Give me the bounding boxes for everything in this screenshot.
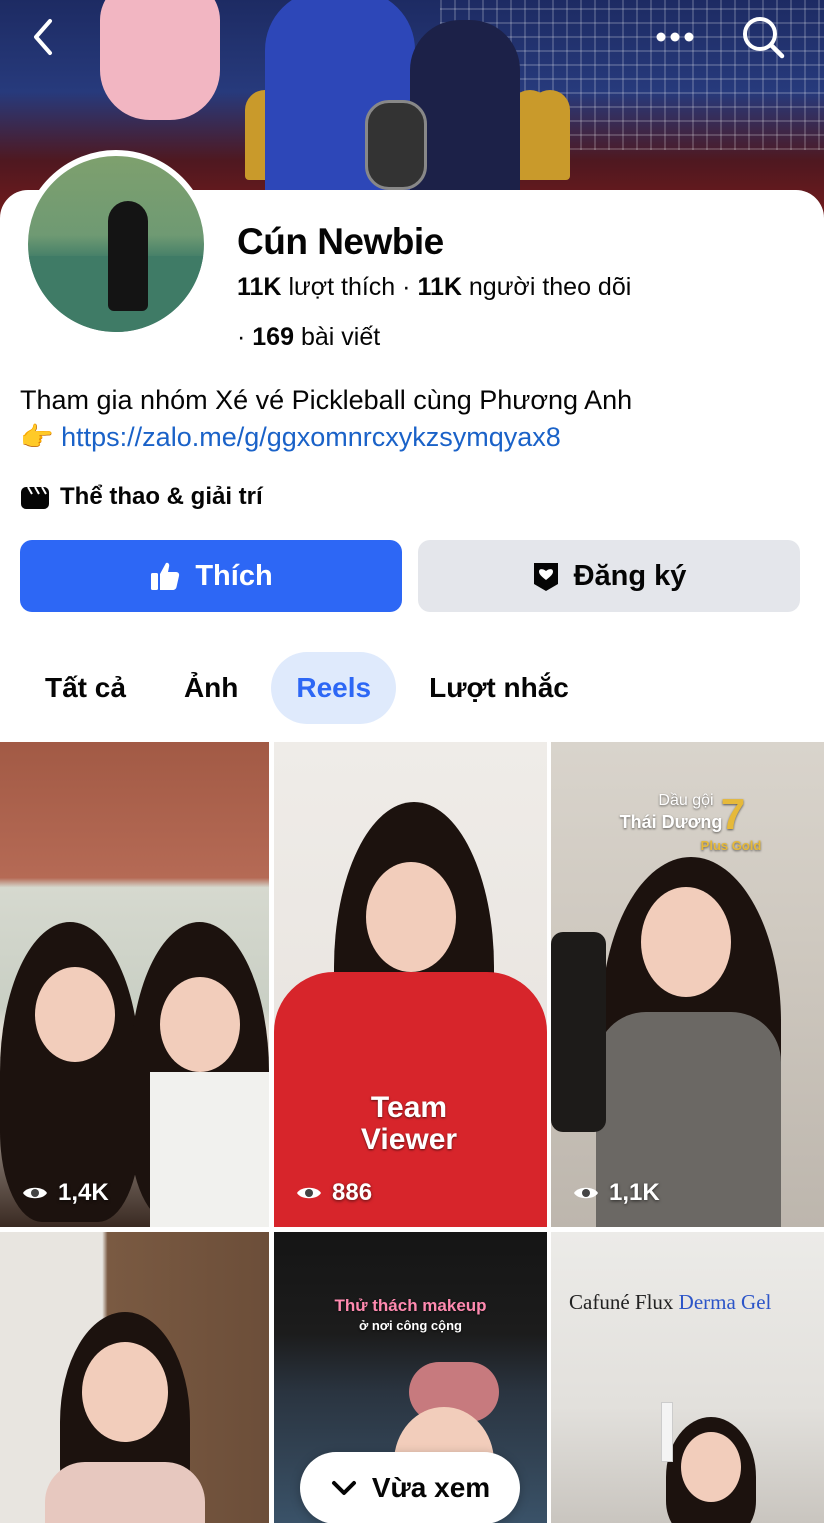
search-icon [743,17,785,59]
profile-posts: · 169 bài viết [237,323,380,352]
subscribe-label: Đăng ký [573,559,687,592]
tab-reels[interactable]: Reels [271,652,397,724]
chevron-left-icon [34,19,52,55]
reel-tile[interactable] [0,1232,269,1523]
profile-bio: Tham gia nhóm Xé vé Pickleball cùng Phươ… [20,382,810,456]
view-count: 886 [296,1179,372,1207]
view-count: 1,4K [22,1179,109,1207]
subscribe-badge-icon [533,563,558,591]
reel-overlay-sub: Plus Gold [700,838,762,853]
page-title: Cún Newbie [237,221,444,262]
eye-icon [297,1187,321,1199]
reel-overlay-title: Thử thách makeup [334,1296,487,1315]
back-button[interactable] [20,14,66,60]
cover-mascot [100,0,220,120]
bio-link[interactable]: https://zalo.me/g/ggxomnrcxykzsymqyax8 [61,422,561,452]
reel-tile[interactable]: Cafuné Flux Derma Gel [551,1232,824,1523]
cover-person [410,20,520,210]
reel-overlay-title: Cafuné Flux Derma Gel [569,1290,819,1315]
product-tube [661,1402,673,1462]
product-bottle [551,932,606,1132]
more-button[interactable] [652,14,698,60]
like-button[interactable]: Thích [20,540,402,612]
likes-count: 11K [237,273,282,301]
pointing-hand-icon: 👉 [20,422,54,452]
profile-stats: 11K lượt thích · 11K người theo dõi [237,273,631,302]
chevron-down-icon [331,1481,356,1495]
avatar[interactable] [22,150,210,338]
eye-icon [23,1187,47,1199]
category-row: Thể thao & giải trí [20,483,263,511]
reel-tile[interactable]: Dầu gội Thái Dương 7 Plus Gold 1,1K [551,742,824,1227]
likes-label: lượt thích [288,273,396,301]
clapperboard-icon [21,486,49,509]
stats-separator: · [402,273,411,301]
reel-overlay-sub: ở nơi công cộng [359,1318,462,1333]
thumbs-up-icon [151,562,180,590]
followers-count[interactable]: 11K [417,273,461,301]
bio-text: Tham gia nhóm Xé vé Pickleball cùng Phươ… [20,385,633,415]
category-label: Thể thao & giải trí [60,483,263,510]
reel-overlay-sub: Derma Gel [678,1290,772,1314]
view-count: 1,1K [573,1179,660,1207]
reel-tile[interactable]: Team Viewer 886 [274,742,547,1227]
subscribe-button[interactable]: Đăng ký [418,540,800,612]
eye-icon [574,1187,598,1199]
followers-label[interactable]: người theo dõi [469,273,631,301]
reel-overlay-text: Team Viewer [360,1091,458,1156]
reel-overlay-number: 7 [720,790,746,839]
recently-viewed-button[interactable]: Vừa xem [300,1452,520,1523]
stats-separator: · [237,323,246,351]
more-horizontal-icon [656,32,694,42]
reel-tile[interactable]: 1,4K [0,742,269,1227]
posts-count: 169 [252,323,294,351]
posts-label: bài viết [300,323,381,351]
reel-overlay-brand: Cafuné Flux [569,1290,674,1314]
recently-viewed-label: Vừa xem [371,1472,491,1503]
content-tabs: Tất cả Ảnh Reels Lượt nhắc [20,652,594,724]
search-button[interactable] [740,14,786,60]
cover-paddle [365,100,427,190]
tab-mentions[interactable]: Lượt nhắc [404,652,594,724]
tab-all[interactable]: Tất cả [20,652,151,724]
tab-photos[interactable]: Ảnh [159,652,263,724]
cover-trophy [530,90,570,180]
like-label: Thích [195,559,273,592]
